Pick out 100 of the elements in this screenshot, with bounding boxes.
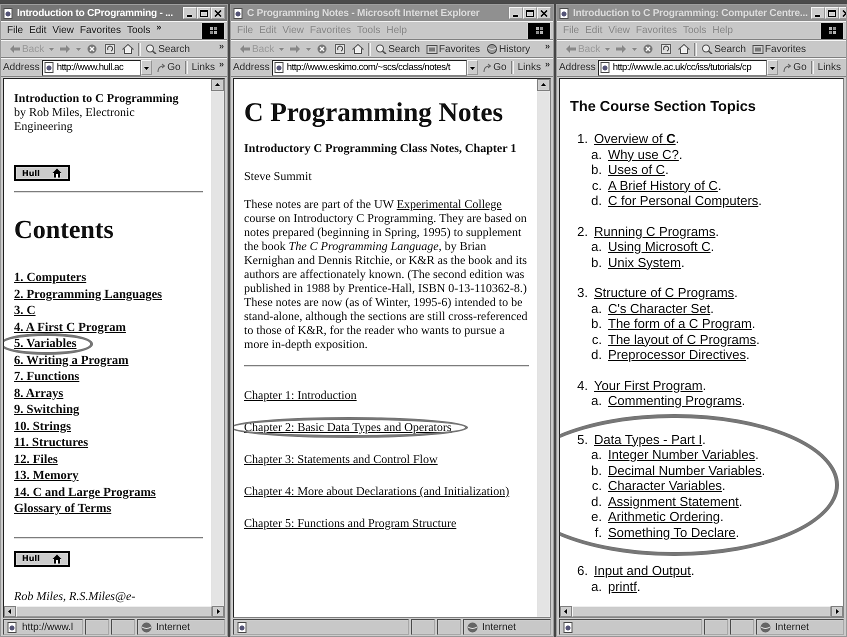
stop-icon: [316, 44, 328, 54]
period-text: .: [710, 239, 714, 254]
home-icon: [352, 44, 364, 54]
contents-link[interactable]: 5. Variables: [14, 336, 77, 350]
page-subheading: Introductory C Programming Class Notes, Chapter 1: [244, 141, 518, 155]
back-arrow-icon: [565, 44, 577, 54]
menu-item[interactable]: Edit: [29, 25, 46, 36]
paragraph: Steve Summit: [244, 169, 313, 183]
page-icon: [559, 8, 570, 18]
period-text: .: [710, 300, 714, 316]
refresh-icon: [334, 44, 346, 54]
forward-arrow-icon: [59, 44, 72, 54]
overflow-chevron[interactable]: »: [218, 59, 224, 69]
period-text: .: [758, 193, 762, 208]
globe-icon: [486, 44, 498, 54]
page-icon: [274, 62, 285, 73]
search-button[interactable]: Search: [143, 44, 192, 54]
status-pane: [437, 619, 461, 635]
scroll-left-icon[interactable]: [4, 606, 16, 617]
vertical-scrollbar[interactable]: [211, 79, 224, 606]
status-text: http://www.l: [22, 622, 74, 632]
contents-link[interactable]: 9. Switching: [14, 402, 80, 416]
list-letter: f.: [594, 524, 603, 540]
window-title: Introduction to C Programming: Computer Centre...: [573, 8, 808, 18]
list-letter: b.: [590, 254, 603, 270]
address-field[interactable]: http://www.hull.ac: [42, 60, 142, 76]
scroll-up-icon[interactable]: [537, 79, 550, 91]
contents-link[interactable]: 12. Files: [14, 452, 58, 466]
contents-link[interactable]: 13. Memory: [14, 468, 79, 482]
page-icon: [7, 622, 18, 632]
scroll-up-icon[interactable]: [211, 79, 224, 91]
globe-icon: [141, 622, 152, 632]
go-arrow-icon: [156, 62, 166, 72]
refresh-icon: [104, 44, 116, 54]
period-text: .: [665, 162, 669, 178]
close-icon: [540, 10, 548, 16]
minimize-button[interactable]: [183, 7, 197, 19]
page-icon: [563, 622, 574, 632]
list-letter: d.: [590, 193, 603, 208]
hull-logo-button[interactable]: Hull: [14, 550, 70, 566]
maximize-icon: [200, 10, 208, 16]
close-button[interactable]: [211, 7, 225, 19]
list-letter: e.: [590, 509, 603, 524]
period-text: .: [742, 393, 746, 408]
status-pane: [730, 619, 754, 635]
windows-logo-icon: [202, 22, 224, 38]
overflow-chevron[interactable]: »: [218, 41, 224, 51]
page-icon: [233, 8, 244, 18]
period-text: .: [756, 332, 760, 347]
contents-link[interactable]: 1. Computers: [14, 270, 86, 284]
go-arrow-icon: [782, 62, 792, 72]
window-title: C Programming Notes - Microsoft Internet Explorer: [247, 8, 480, 18]
go-button[interactable]: Go: [154, 62, 183, 73]
status-pane: [411, 619, 435, 635]
scroll-left-icon[interactable]: [560, 606, 572, 617]
contents-link[interactable]: 7. Functions: [14, 369, 80, 383]
scroll-right-icon[interactable]: [212, 606, 224, 617]
home-button[interactable]: [120, 44, 136, 54]
contents-link[interactable]: 14. C and Large Programs: [14, 484, 156, 498]
page-icon: [600, 62, 611, 73]
contents-link[interactable]: 3. C: [14, 303, 36, 317]
search-icon: [145, 44, 158, 54]
dropdown-button[interactable]: [141, 60, 152, 75]
contents-link[interactable]: 2. Programming Languages: [14, 286, 162, 300]
list-letter: b.: [590, 162, 603, 178]
period-text: .: [736, 524, 740, 540]
zone-text: Internet: [156, 622, 190, 632]
maximize-button[interactable]: [197, 7, 211, 19]
menu-item[interactable]: Tools: [126, 25, 150, 36]
period-text: .: [734, 285, 738, 300]
text-link[interactable]: Experimental College: [396, 197, 502, 211]
list-letter: d.: [590, 347, 603, 362]
status-pane: [111, 619, 135, 635]
list-letter: a.: [590, 578, 603, 594]
period-text: .: [702, 378, 706, 393]
overflow-chevron[interactable]: »: [156, 22, 162, 32]
menu-item[interactable]: File: [7, 25, 24, 36]
address-label: Address: [559, 62, 596, 73]
list-letter: a.: [590, 146, 603, 162]
home-icon: [122, 44, 134, 54]
menu-item[interactable]: View: [52, 25, 74, 36]
period-text: .: [678, 146, 682, 162]
contents-link[interactable]: Glossary of Terms: [14, 501, 112, 515]
menu-item[interactable]: Favorites: [80, 25, 121, 36]
status-pane: [85, 619, 109, 635]
page-icon: [44, 62, 55, 73]
contents-link[interactable]: 10. Strings: [14, 418, 71, 432]
contents-link[interactable]: 6. Writing a Program: [14, 352, 129, 366]
period-text: .: [746, 347, 750, 362]
hull-logo-button[interactable]: Hull: [14, 165, 70, 181]
scroll-right-icon[interactable]: [831, 606, 843, 617]
back-arrow-icon: [9, 44, 21, 54]
contents-link[interactable]: 4. A First C Program: [14, 320, 126, 334]
page-heading: C Programming Notes: [244, 97, 504, 127]
maximize-icon: [828, 10, 836, 16]
contents-link[interactable]: 8. Arrays: [14, 386, 64, 400]
forward-arrow-icon: [615, 44, 628, 54]
page-icon: [3, 8, 14, 18]
links-button[interactable]: Links: [190, 62, 217, 73]
contents-link[interactable]: 11. Structures: [14, 435, 88, 449]
